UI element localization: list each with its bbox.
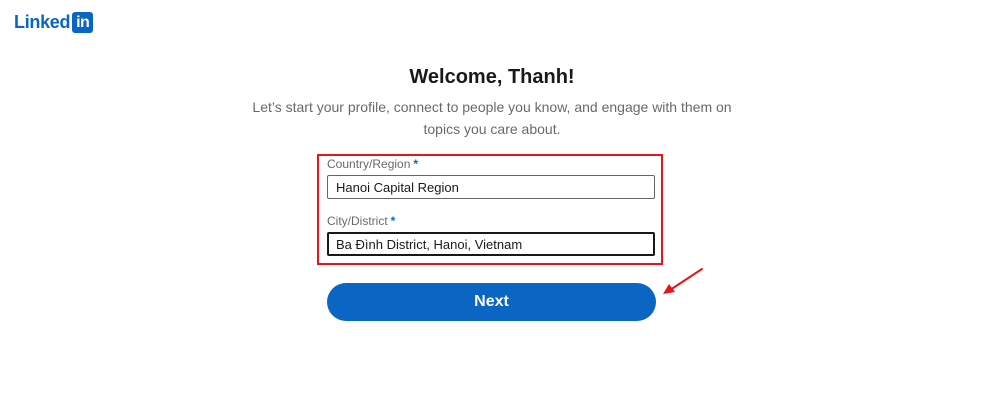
logo-wordmark: Linked xyxy=(14,12,71,32)
linkedin-logo[interactable]: Linked in xyxy=(14,11,94,33)
required-marker: * xyxy=(413,157,419,171)
city-district-label: City/District * xyxy=(327,214,396,228)
next-button[interactable]: Next xyxy=(327,283,656,321)
page-title: Welcome, Thanh! xyxy=(409,66,575,88)
required-marker: * xyxy=(390,214,396,228)
country-region-input[interactable] xyxy=(327,175,655,199)
page-subtitle: Let’s start your profile, connect to peo… xyxy=(252,99,732,137)
city-district-input[interactable] xyxy=(327,232,655,256)
logo-in-box: in xyxy=(72,11,94,33)
welcome-page: Linked in Welcome, Thanh! Let’s start yo… xyxy=(0,0,1000,405)
country-region-label: Country/Region * xyxy=(327,157,419,171)
red-arrow-annotation xyxy=(663,268,703,294)
